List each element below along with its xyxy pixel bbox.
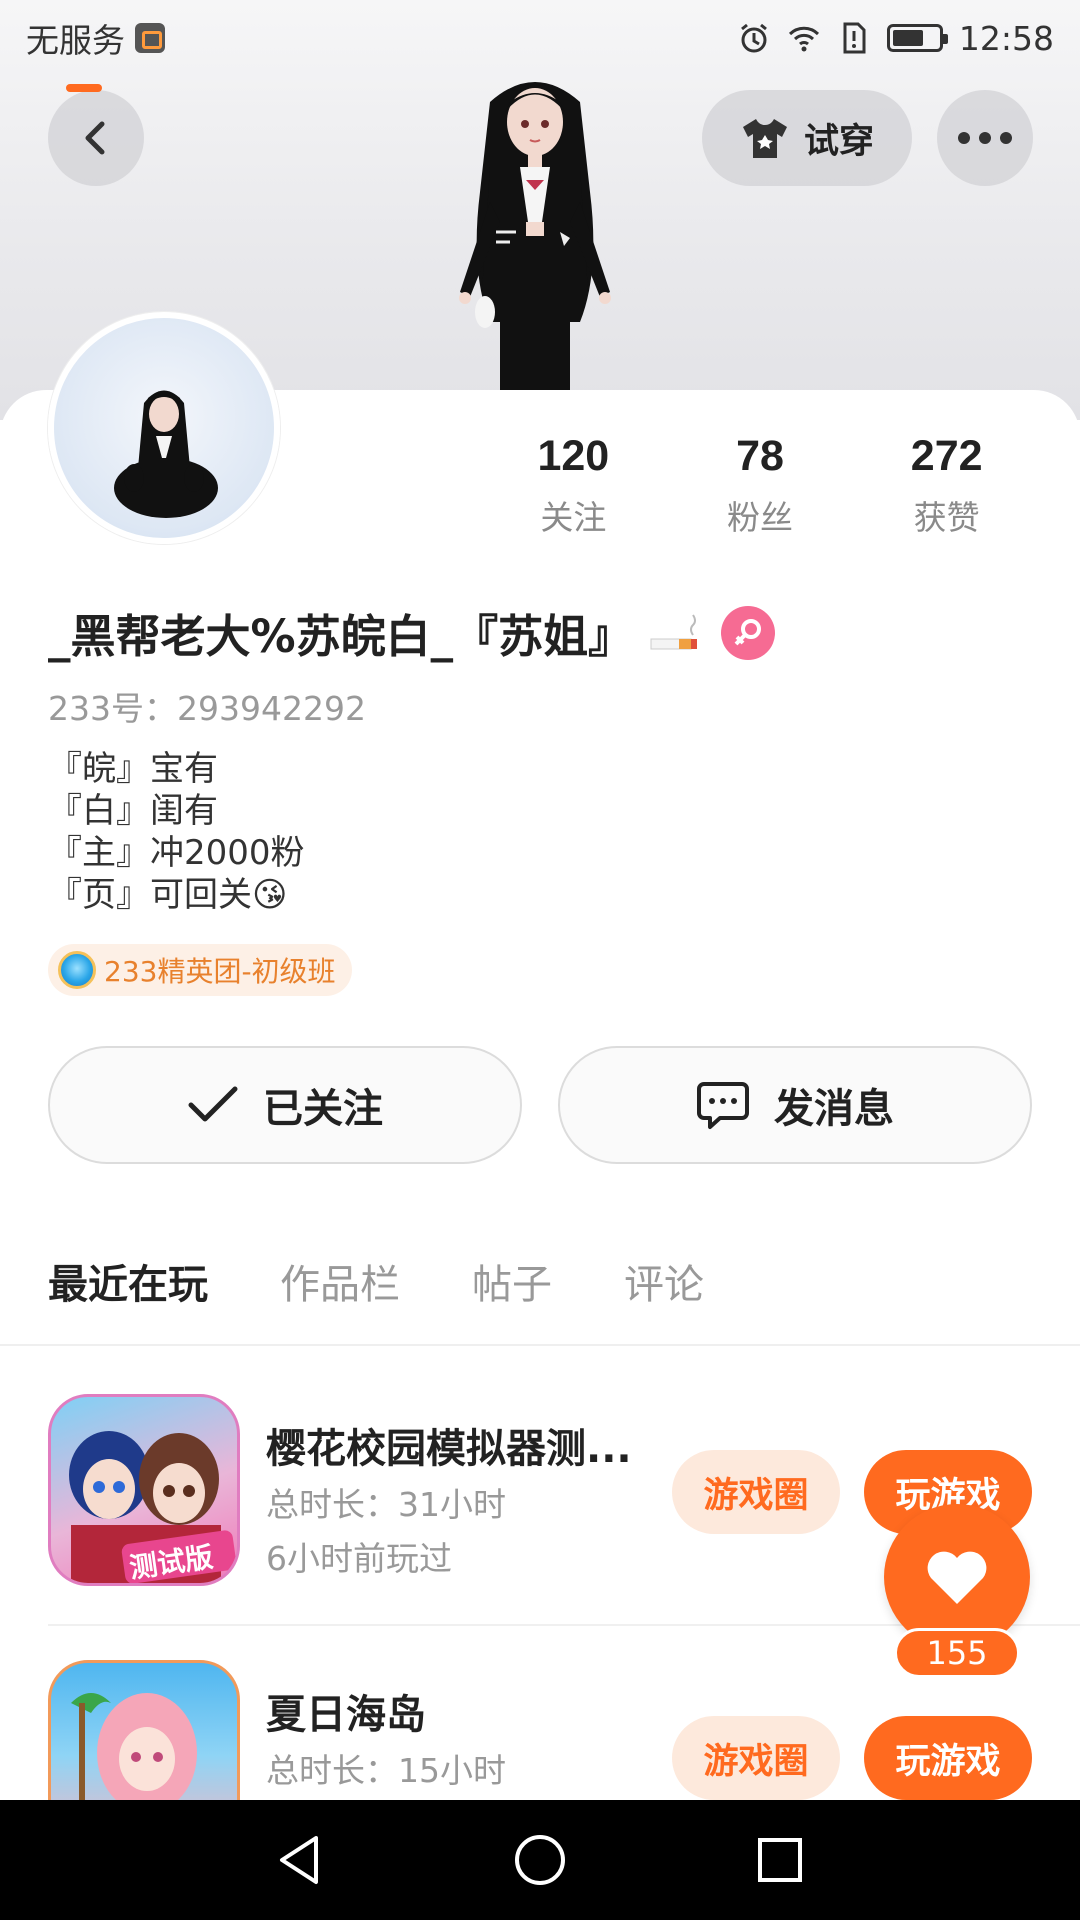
badge-icon xyxy=(58,951,96,989)
status-bar: 无服务 12:58 xyxy=(0,0,1080,76)
bio-line: 『白』闺有 xyxy=(48,791,218,831)
battery-icon xyxy=(886,24,948,52)
stat-following[interactable]: 120 关注 xyxy=(480,432,667,539)
game-title: 樱花校园模拟器测... xyxy=(266,1426,632,1472)
avatar-image xyxy=(114,390,218,518)
back-button[interactable] xyxy=(48,90,144,186)
bio: 『皖』宝有 『白』闺有 『主』冲2000粉 『页』可回关😘 xyxy=(48,748,305,916)
system-nav-bar xyxy=(0,1800,1080,1920)
stat-label: 获赞 xyxy=(913,498,980,537)
profile-tabs: 最近在玩 作品栏 帖子 评论 xyxy=(48,1252,704,1310)
nav-recents-icon[interactable] xyxy=(750,1830,810,1890)
like-count: 155 xyxy=(894,1628,1020,1678)
game-last-played: 6小时前玩过 xyxy=(266,1539,452,1578)
try-on-button[interactable]: 试穿 xyxy=(702,90,912,186)
sim-alert-icon xyxy=(843,22,866,54)
nav-back-icon[interactable] xyxy=(270,1830,330,1890)
nickname-row: _黑帮老大%苏皖白_『苏姐』 xyxy=(48,600,776,665)
stat-label: 粉丝 xyxy=(727,498,793,537)
user-id-value: 293942292 xyxy=(177,689,366,728)
game-circle-button[interactable]: 游戏圈 xyxy=(672,1716,840,1800)
tab-works[interactable]: 作品栏 xyxy=(280,1252,400,1310)
more-dots-icon xyxy=(958,132,1012,144)
play-game-button[interactable]: 玩游戏 xyxy=(864,1716,1032,1800)
stat-value: 78 xyxy=(736,432,784,480)
clock-text: 12:58 xyxy=(958,18,1054,58)
game-circle-button[interactable]: 游戏圈 xyxy=(672,1450,840,1534)
bio-line: 『皖』宝有 xyxy=(48,749,218,789)
wifi-icon xyxy=(788,26,819,52)
stat-label: 关注 xyxy=(540,498,607,537)
stat-value: 272 xyxy=(910,432,983,480)
sim-icon xyxy=(135,23,165,53)
game-title: 夏日海岛 xyxy=(266,1692,426,1738)
user-id-label: 233号： xyxy=(48,689,177,728)
avatar-3d-figure[interactable] xyxy=(430,72,640,392)
avatar[interactable] xyxy=(48,312,280,544)
nickname: _黑帮老大%苏皖白_『苏姐』 xyxy=(48,610,634,663)
carrier-text: 无服务 xyxy=(26,21,125,60)
stat-likes[interactable]: 272 获赞 xyxy=(853,432,1040,539)
more-button[interactable] xyxy=(937,90,1033,186)
profile-stats: 120 关注 78 粉丝 272 获赞 xyxy=(480,432,1040,539)
chevron-left-icon xyxy=(85,121,105,155)
bio-line: 『主』冲2000粉 xyxy=(48,833,305,873)
game-duration: 总时长：31小时 xyxy=(266,1485,506,1524)
tab-posts[interactable]: 帖子 xyxy=(472,1252,552,1310)
send-message-label: 发消息 xyxy=(774,1086,894,1132)
nav-home-icon[interactable] xyxy=(510,1830,570,1890)
group-tag[interactable]: 233精英团-初级班 xyxy=(48,944,352,996)
cigarette-icon xyxy=(650,613,698,649)
stat-followers[interactable]: 78 粉丝 xyxy=(667,432,854,539)
tab-comments[interactable]: 评论 xyxy=(624,1252,704,1310)
send-message-button[interactable]: 发消息 xyxy=(558,1046,1032,1164)
active-tab-indicator xyxy=(66,84,102,92)
chat-bubble-icon xyxy=(697,1082,749,1129)
checkmark-icon xyxy=(188,1086,238,1122)
game-duration: 总时长：15小时 xyxy=(266,1751,506,1790)
tab-recently-played[interactable]: 最近在玩 xyxy=(48,1252,208,1310)
followed-button[interactable]: 已关注 xyxy=(48,1046,522,1164)
shirt-icon xyxy=(742,119,787,158)
alarm-icon xyxy=(740,23,767,53)
try-on-label: 试穿 xyxy=(803,121,874,162)
group-tag-label: 233精英团-初级班 xyxy=(104,955,336,988)
game-icon-sakura[interactable]: 测试版 xyxy=(48,1394,240,1586)
heart-icon xyxy=(927,1551,987,1604)
tabs-divider xyxy=(0,1344,1080,1346)
bio-line: 『页』可回关😘 xyxy=(48,875,288,915)
stat-value: 120 xyxy=(537,432,610,480)
user-id: 233号：293942292 xyxy=(48,682,366,730)
female-gender-icon xyxy=(721,605,776,660)
followed-label: 已关注 xyxy=(263,1086,383,1132)
